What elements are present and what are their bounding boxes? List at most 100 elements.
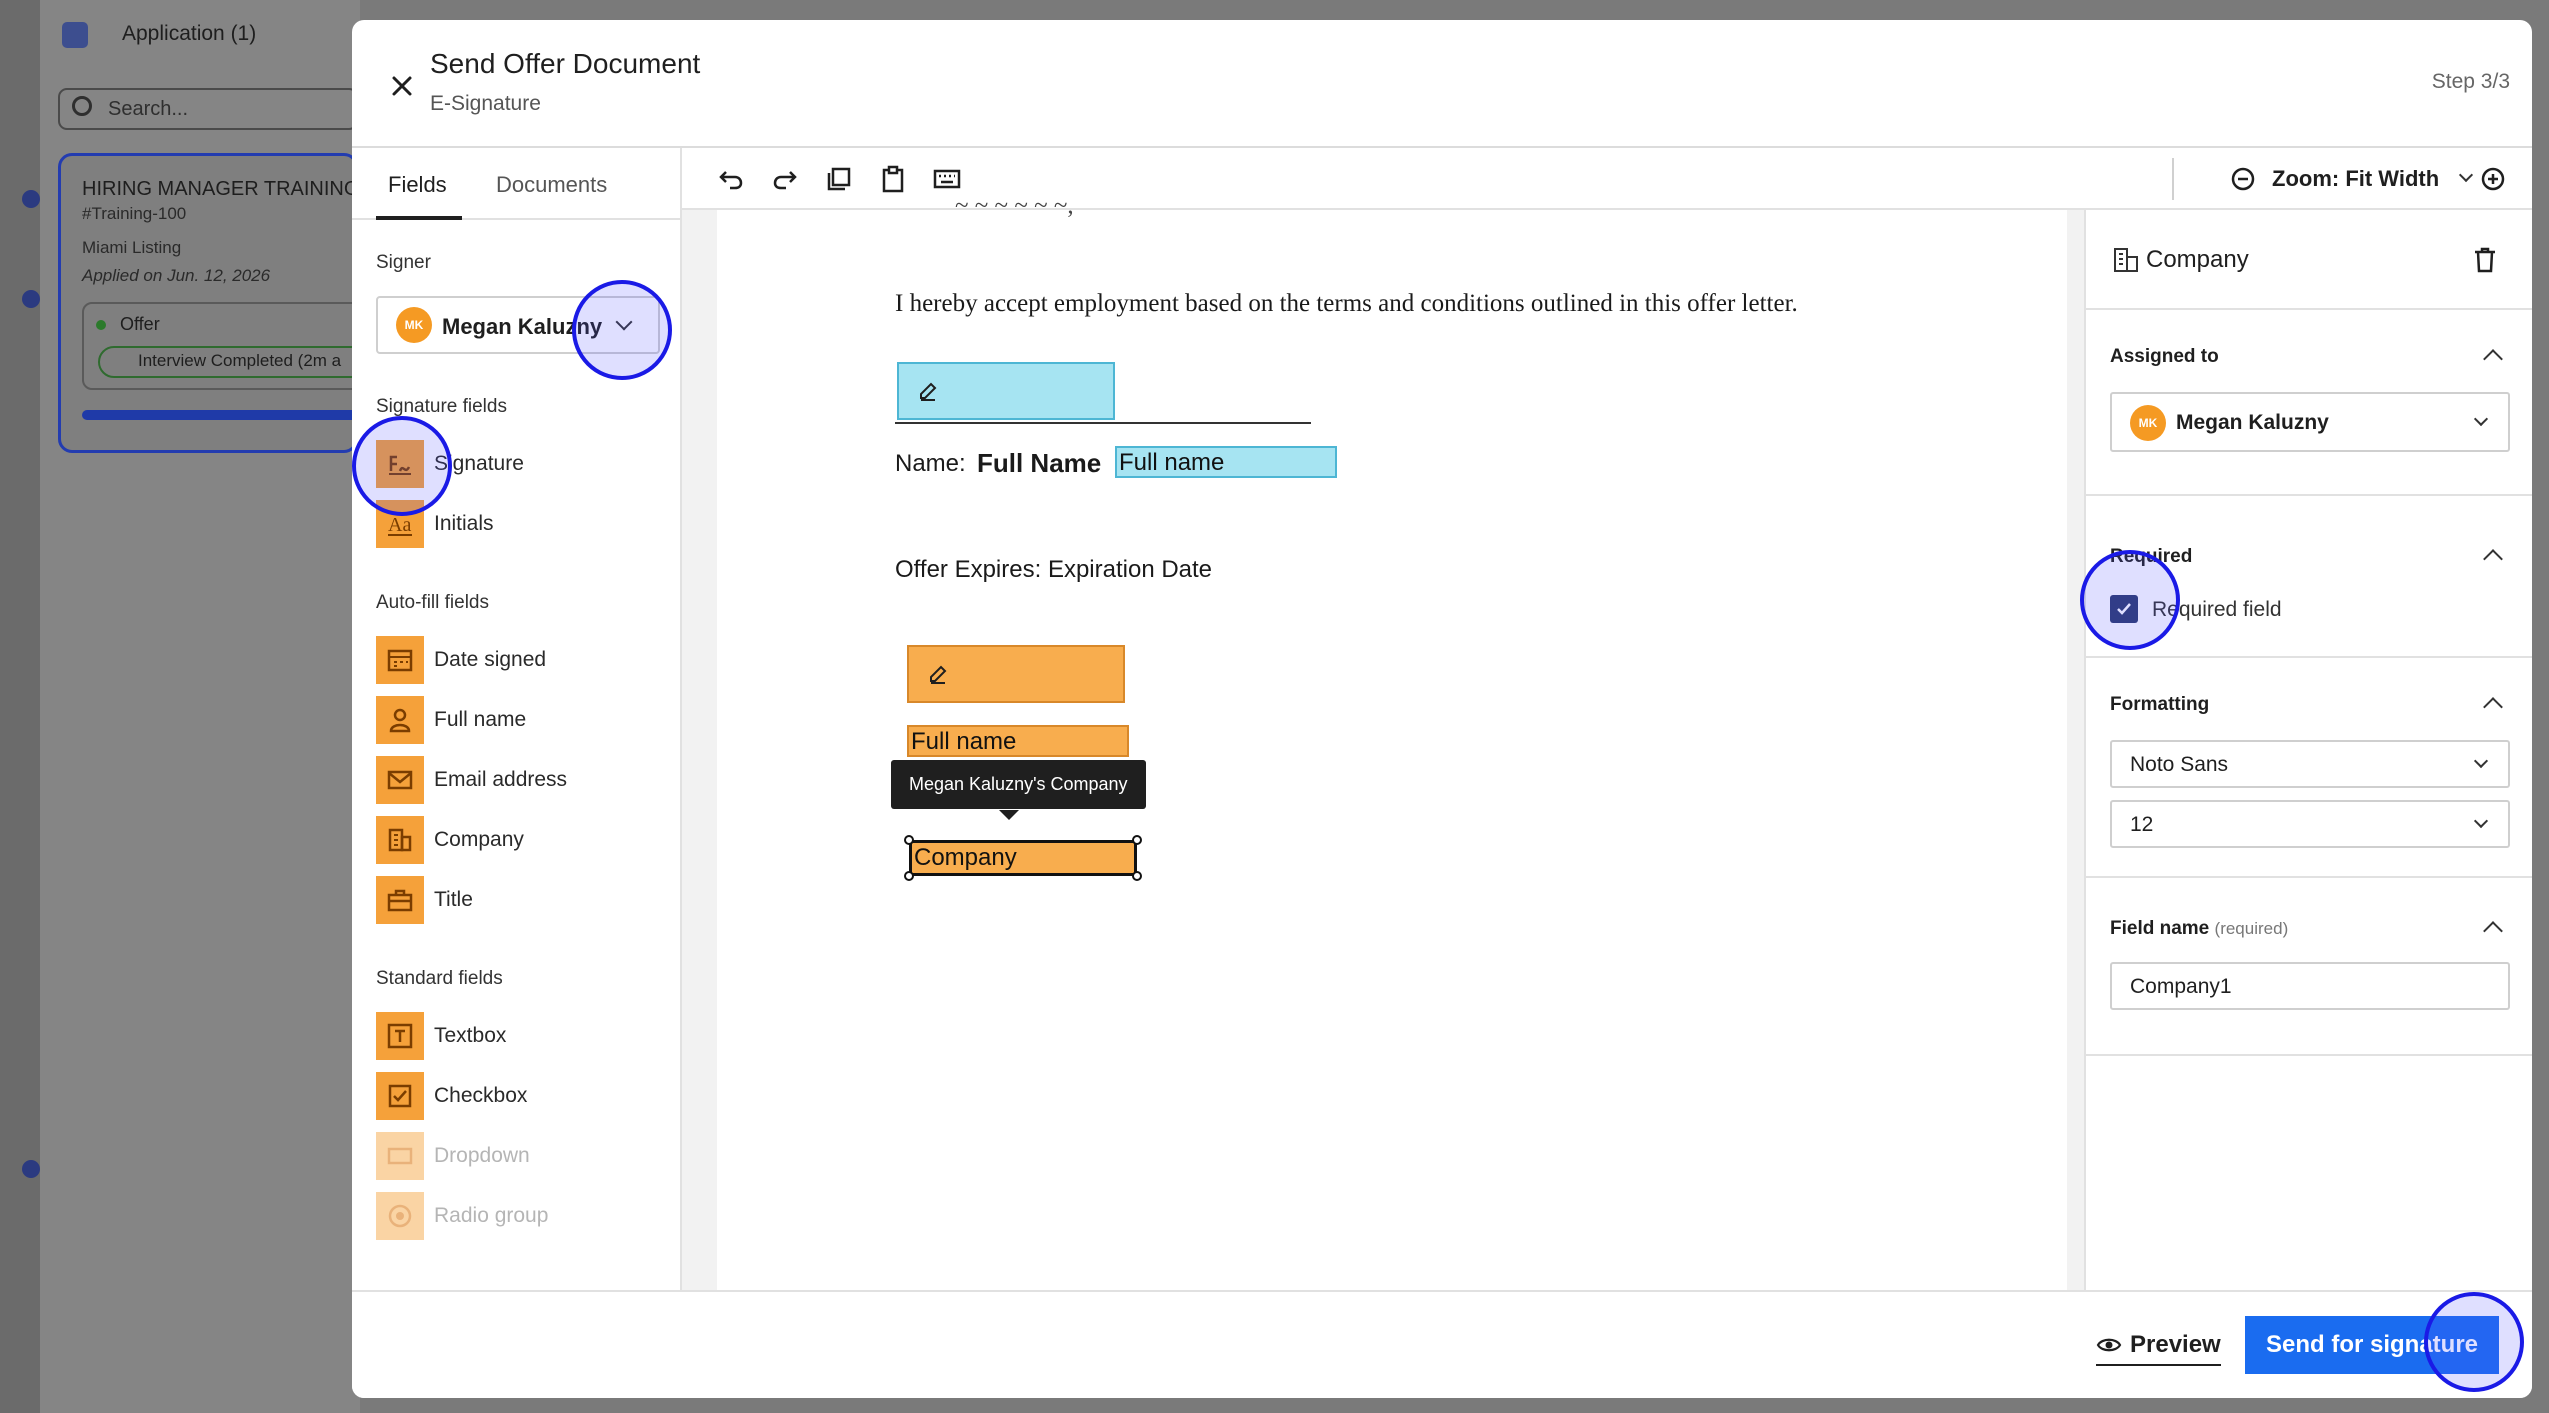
preview-label: Preview	[2130, 1331, 2221, 1358]
zoom-in-button[interactable]	[2474, 160, 2512, 198]
bg-status-dot	[96, 320, 106, 330]
autofill-fields-label: Auto-fill fields	[376, 592, 489, 613]
pen-icon	[930, 665, 947, 684]
trash-icon[interactable]	[2472, 246, 2498, 274]
full-name-field-orange[interactable]: Full name	[907, 725, 1129, 757]
field-item-title[interactable]: Title	[376, 876, 666, 924]
required-heading: Required	[2110, 546, 2193, 567]
field-item-checkbox[interactable]: Checkbox	[376, 1072, 666, 1120]
modal-subtitle: E-Signature	[430, 92, 541, 115]
signer-avatar: MK	[396, 307, 432, 343]
chevron-down-icon	[2473, 411, 2489, 427]
resize-handle[interactable]	[1132, 871, 1142, 881]
close-button[interactable]	[380, 64, 424, 108]
assignee-name: Megan Kaluzny	[2176, 411, 2329, 434]
signature-line	[895, 422, 1311, 424]
chevron-down-icon	[615, 313, 633, 331]
bg-nav-rail	[0, 0, 40, 1413]
field-label: Initials	[434, 512, 494, 535]
tooltip-arrow	[999, 810, 1019, 820]
field-label: Company	[434, 828, 524, 851]
tab-fields[interactable]: Fields	[388, 172, 447, 198]
assigned-section: Assigned to MK Megan Kaluzny	[2086, 310, 2532, 496]
field-item-textbox[interactable]: Textbox	[376, 1012, 666, 1060]
close-icon	[392, 76, 412, 96]
undo-icon	[719, 171, 743, 190]
copy-icon	[827, 167, 851, 191]
field-label: Radio group	[434, 1204, 549, 1227]
field-name-heading: Field name (required)	[2110, 918, 2288, 940]
field-item-date-signed[interactable]: Date signed	[376, 636, 666, 684]
acceptance-text: I hereby accept employment based on the …	[895, 290, 1798, 317]
redo-button[interactable]	[766, 160, 804, 198]
initials-icon: Aa	[376, 500, 424, 548]
field-name-hint: (required)	[2214, 919, 2289, 938]
font-select[interactable]: Noto Sans	[2110, 740, 2510, 788]
paste-button[interactable]	[874, 160, 912, 198]
field-item-company[interactable]: Company	[376, 816, 666, 864]
company-field-selected[interactable]: Company	[909, 840, 1137, 876]
checkbox-icon	[376, 1072, 424, 1120]
fields-panel: Fields Documents Signer MK Megan Kaluzny…	[352, 148, 682, 1290]
resize-handle[interactable]	[904, 835, 914, 845]
send-for-signature-button[interactable]: Send for signature	[2245, 1316, 2499, 1374]
chevron-up-icon[interactable]	[2483, 349, 2503, 369]
bg-search-icon	[72, 96, 92, 116]
full-name-field-placed[interactable]: Full name	[1115, 446, 1337, 478]
formatting-section: Formatting Noto Sans 12	[2086, 658, 2532, 878]
required-field-label: Required field	[2152, 598, 2282, 621]
field-item-signature[interactable]: Signature	[376, 440, 666, 488]
signer-label: Signer	[376, 252, 431, 273]
field-item-email[interactable]: Email address	[376, 756, 666, 804]
document-partial-text: ~ ~ ~ ~ ~ ~,	[955, 192, 1074, 219]
chevron-down-icon	[2473, 813, 2489, 829]
tab-documents[interactable]: Documents	[496, 172, 607, 198]
field-item-dropdown: Dropdown	[376, 1132, 666, 1180]
check-icon	[2117, 603, 2131, 615]
name-bold: Full Name	[977, 448, 1102, 478]
signer-name: Megan Kaluzny	[442, 314, 603, 339]
field-name-value: Company1	[2130, 975, 2232, 998]
field-item-initials[interactable]: Aa Initials	[376, 500, 666, 548]
pen-icon	[920, 382, 937, 401]
field-item-full-name[interactable]: Full name	[376, 696, 666, 744]
required-checkbox[interactable]	[2110, 595, 2138, 623]
bg-app-title: Application (1)	[122, 22, 257, 45]
zoom-select[interactable]: Zoom: Fit Width	[2272, 166, 2439, 192]
resize-handle[interactable]	[904, 871, 914, 881]
font-size-value: 12	[2130, 813, 2154, 836]
field-name-input[interactable]: Company1	[2110, 962, 2510, 1010]
undo-button[interactable]	[712, 160, 750, 198]
redo-icon	[773, 171, 797, 190]
toolbar-divider	[2172, 158, 2174, 200]
signature-field-placed[interactable]	[897, 362, 1115, 420]
eye-icon	[2096, 1338, 2122, 1352]
assigned-select[interactable]: MK Megan Kaluzny	[2110, 392, 2510, 452]
font-size-select[interactable]: 12	[2110, 800, 2510, 848]
chevron-down-icon	[2458, 167, 2474, 183]
field-name-label: Field name	[2110, 918, 2210, 939]
zoom-out-button[interactable]	[2224, 160, 2262, 198]
textbox-icon	[376, 1012, 424, 1060]
bg-rail-icon	[22, 190, 40, 208]
send-offer-modal: Send Offer Document E-Signature Step 3/3…	[352, 20, 2532, 1398]
bg-rail-icon	[22, 290, 40, 308]
name-prefix: Name:	[895, 450, 966, 477]
chevron-down-icon	[2473, 753, 2489, 769]
bg-card-location: Miami Listing	[82, 238, 182, 257]
copy-button[interactable]	[820, 160, 858, 198]
preview-button[interactable]: Preview	[2096, 1326, 2221, 1366]
chevron-up-icon[interactable]	[2483, 921, 2503, 941]
resize-handle[interactable]	[1132, 835, 1142, 845]
bg-card-title: HIRING MANAGER TRAINING	[82, 178, 360, 200]
chevron-up-icon[interactable]	[2483, 697, 2503, 717]
field-label: Dropdown	[434, 1144, 530, 1167]
formatting-heading: Formatting	[2110, 694, 2210, 715]
field-item-radio-group: Radio group	[376, 1192, 666, 1240]
mail-icon	[376, 756, 424, 804]
chevron-up-icon[interactable]	[2483, 549, 2503, 569]
field-label: Checkbox	[434, 1084, 528, 1107]
signer-select[interactable]: MK Megan Kaluzny	[376, 296, 660, 354]
panel-tabs: Fields Documents	[352, 148, 680, 220]
signature-field-orange[interactable]	[907, 645, 1125, 703]
